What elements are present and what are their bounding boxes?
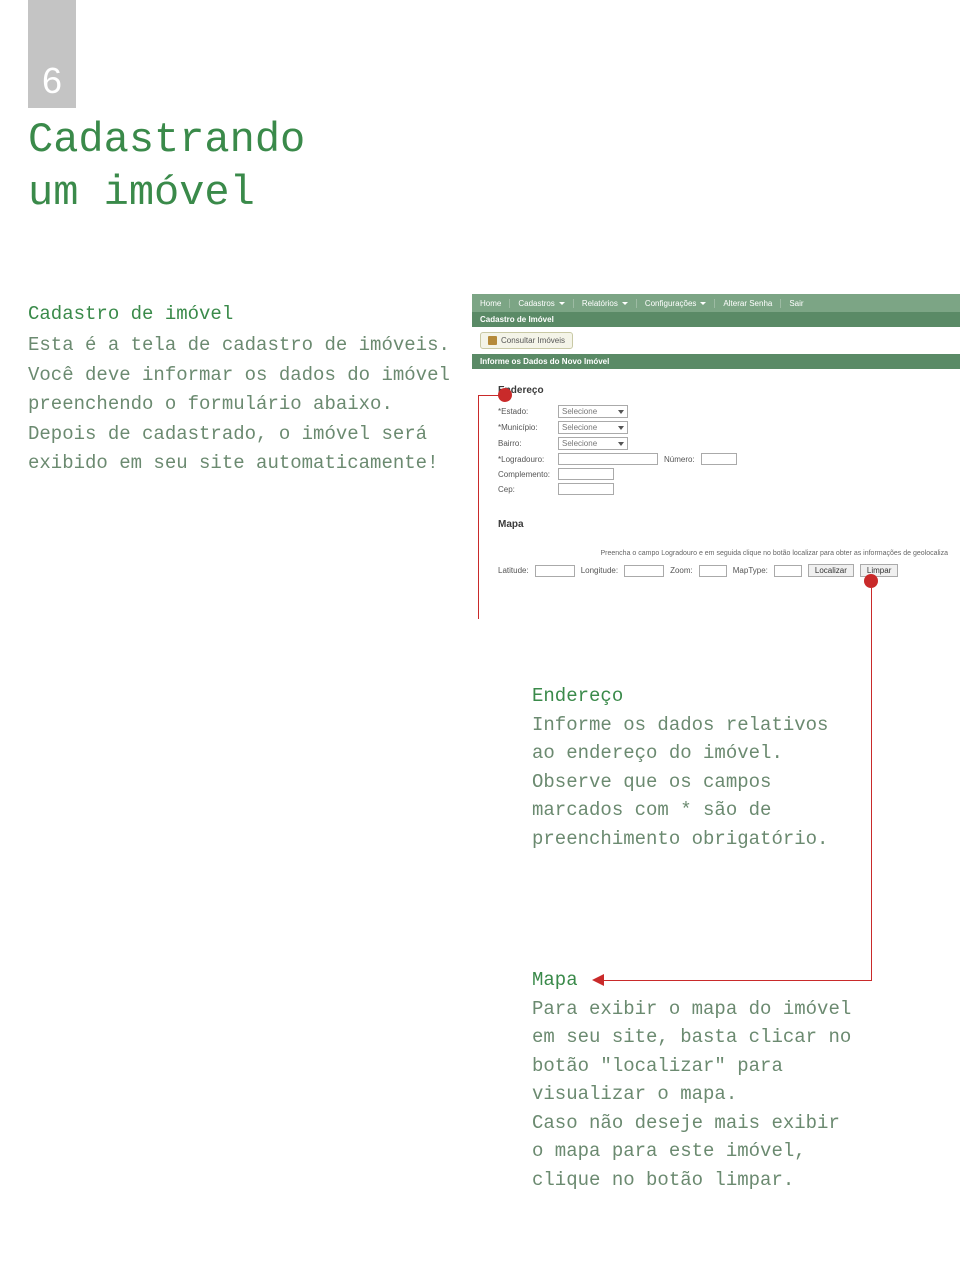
label-numero: Número: <box>664 455 695 464</box>
menu-alterar-label: Alterar Senha <box>723 299 772 308</box>
page-number-box: 6 <box>28 0 76 108</box>
menu-config-label: Configurações <box>645 299 697 308</box>
map-hint-text: Preencha o campo Logradouro e em seguida… <box>498 536 952 561</box>
input-longitude[interactable] <box>624 565 664 577</box>
caret-icon <box>622 302 628 305</box>
consult-button-label: Consultar Imóveis <box>501 336 565 345</box>
label-latitude: Latitude: <box>498 566 529 575</box>
callout-endereco: Endereço Informe os dados relativos ao e… <box>532 682 852 853</box>
caret-icon <box>559 302 565 305</box>
label-zoom: Zoom: <box>670 566 693 575</box>
label-municipio: *Município: <box>498 423 558 432</box>
select-municipio-value: Selecione <box>562 423 597 432</box>
input-zoom[interactable] <box>699 565 727 577</box>
menu-sair-label: Sair <box>789 299 803 308</box>
form-area: Endereço *Estado: Selecione *Município: … <box>472 369 960 583</box>
section-mapa-heading: Mapa <box>498 509 952 536</box>
select-bairro-value: Selecione <box>562 439 597 448</box>
menu-relatorios-label: Relatórios <box>582 299 618 308</box>
label-complemento: Complemento: <box>498 470 558 479</box>
toolbar: Consultar Imóveis <box>472 327 960 354</box>
page-title: Cadastrando um imóvel <box>28 114 305 219</box>
input-maptype[interactable] <box>774 565 802 577</box>
menu-config[interactable]: Configurações <box>637 299 716 308</box>
menu-relatorios[interactable]: Relatórios <box>574 299 637 308</box>
callout-endereco-p1: Informe os dados relativos ao endereço d… <box>532 714 828 765</box>
input-complemento[interactable] <box>558 468 614 480</box>
select-estado-value: Selecione <box>562 407 597 416</box>
callout-mapa-heading: Mapa <box>532 966 578 995</box>
menu-alterar-senha[interactable]: Alterar Senha <box>715 299 781 308</box>
callout-line <box>871 588 872 980</box>
panel-title-text: Informe os Dados do Novo Imóvel <box>480 357 609 366</box>
input-cep[interactable] <box>558 483 614 495</box>
label-cep: Cep: <box>498 485 558 494</box>
label-bairro: Bairro: <box>498 439 558 448</box>
label-longitude: Longitude: <box>581 566 618 575</box>
callout-line <box>478 395 479 619</box>
menu-cadastros[interactable]: Cadastros <box>510 299 573 308</box>
callout-dot <box>864 574 878 588</box>
chevron-down-icon <box>618 426 624 430</box>
callout-dot <box>498 388 512 402</box>
input-latitude[interactable] <box>535 565 575 577</box>
select-estado[interactable]: Selecione <box>558 405 628 418</box>
callout-mapa-p1: Para exibir o mapa do imóvel em seu site… <box>532 998 851 1106</box>
title-line2: um imóvel <box>28 169 255 217</box>
title-line1: Cadastrando <box>28 116 305 164</box>
callout-endereco-p2: Observe que os campos marcados com * são… <box>532 771 828 850</box>
consult-button[interactable]: Consultar Imóveis <box>480 332 573 349</box>
caret-icon <box>700 302 706 305</box>
menu-home-label: Home <box>480 299 501 308</box>
intro-p1: Esta é a tela de cadastro de imóveis. Vo… <box>28 334 450 415</box>
intro-heading: Cadastro de imóvel <box>28 300 458 329</box>
menubar: Home Cadastros Relatórios Configurações … <box>472 294 960 312</box>
menu-home[interactable]: Home <box>472 299 510 308</box>
intro-p2: Depois de cadastrado, o imóvel será exib… <box>28 423 438 474</box>
label-estado: *Estado: <box>498 407 558 416</box>
input-numero[interactable] <box>701 453 737 465</box>
menu-sair[interactable]: Sair <box>781 299 811 308</box>
house-icon <box>488 336 497 345</box>
page-number: 6 <box>42 60 62 102</box>
input-logradouro[interactable] <box>558 453 658 465</box>
chevron-down-icon <box>618 442 624 446</box>
map-fields-row: Latitude: Longitude: Zoom: MapType: Loca… <box>498 564 952 577</box>
panel-title-bar: Informe os Dados do Novo Imóvel <box>472 354 960 369</box>
breadcrumb-bar: Cadastro de Imóvel <box>472 312 960 327</box>
menu-cadastros-label: Cadastros <box>518 299 554 308</box>
select-bairro[interactable]: Selecione <box>558 437 628 450</box>
chevron-down-icon <box>618 410 624 414</box>
select-municipio[interactable]: Selecione <box>558 421 628 434</box>
app-screenshot: Home Cadastros Relatórios Configurações … <box>472 294 960 618</box>
label-maptype: MapType: <box>733 566 768 575</box>
intro-block: Cadastro de imóvel Esta é a tela de cada… <box>28 300 458 479</box>
callout-mapa-p2: Caso não deseje mais exibir o mapa para … <box>532 1112 840 1191</box>
localizar-button[interactable]: Localizar <box>808 564 854 577</box>
callout-endereco-heading: Endereço <box>532 682 852 711</box>
section-endereco-heading: Endereço <box>498 375 952 402</box>
label-logradouro: *Logradouro: <box>498 455 558 464</box>
callout-mapa: Mapa Para exibir o mapa do imóvel em seu… <box>532 966 852 1194</box>
breadcrumb-text: Cadastro de Imóvel <box>480 315 554 324</box>
